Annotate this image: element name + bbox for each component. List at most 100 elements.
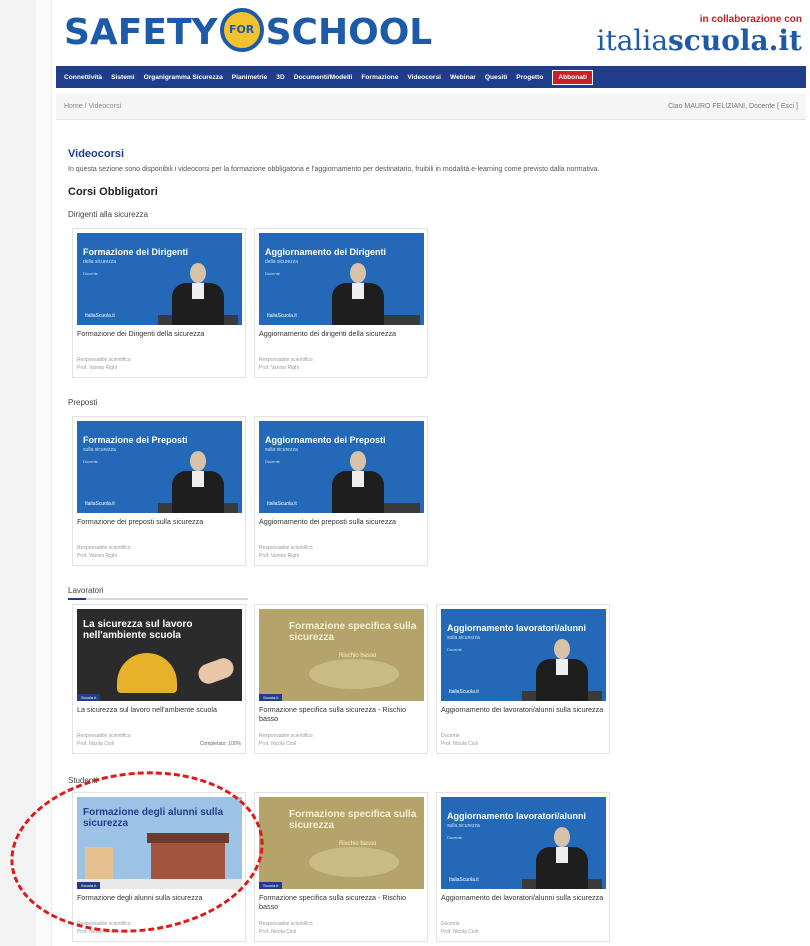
course-meta-author: Prof. Nicola Cioli bbox=[259, 929, 296, 935]
nav-item-formazione[interactable]: Formazione bbox=[361, 74, 398, 81]
course-title[interactable]: Aggiornamento dei preposti sulla sicurez… bbox=[259, 517, 425, 526]
thumb-tag: Scuola.it bbox=[77, 694, 101, 701]
nav-item-organigramma[interactable]: Organigramma Sicurezza bbox=[144, 74, 223, 81]
main-nav: Connettività Sistemi Organigramma Sicure… bbox=[56, 66, 806, 88]
course-title[interactable]: La sicurezza sul lavoro nell'ambiente sc… bbox=[77, 705, 243, 714]
presenter-image bbox=[532, 827, 592, 889]
house-image bbox=[85, 847, 113, 879]
course-meta-role: Responsabile scientifico bbox=[259, 545, 313, 551]
group-label-preposti: Preposti bbox=[68, 398, 98, 407]
course-thumbnail[interactable]: Aggiornamento lavoratori/alunni sulla si… bbox=[441, 609, 606, 701]
user-greeting[interactable]: Ciao MAURO FELIZIANI, Docente [ Esci ] bbox=[668, 103, 798, 110]
course-thumbnail[interactable]: Formazione dei Preposti sulla sicurezza … bbox=[77, 421, 242, 513]
course-meta-author: Prof. Nicola Cioli bbox=[77, 929, 114, 935]
course-card[interactable]: Formazione dei Preposti sulla sicurezza … bbox=[72, 416, 246, 566]
course-meta-role: Responsabile scientifico bbox=[259, 357, 313, 363]
page-description: In questa sezione sono disponibili i vid… bbox=[68, 166, 600, 173]
course-card[interactable]: Formazione degli alunni sulla sicurezza … bbox=[72, 792, 246, 942]
group-underline bbox=[68, 598, 248, 600]
presenter-image bbox=[168, 263, 228, 325]
nav-item-planimetrie[interactable]: Planimetrie bbox=[232, 74, 268, 81]
nav-item-webinar[interactable]: Webinar bbox=[450, 74, 476, 81]
thumb-brand: ItaliaScuola.it bbox=[85, 501, 115, 507]
presenter-image bbox=[168, 451, 228, 513]
course-meta-role: Responsabile scientifico bbox=[259, 921, 313, 927]
thumb-title: Formazione specifica sulla sicurezza bbox=[289, 809, 417, 831]
thumb-title: Formazione dei Dirigenti bbox=[83, 247, 189, 257]
course-meta-role: Docente bbox=[441, 733, 460, 739]
course-thumbnail[interactable]: Formazione specifica sulla sicurezza Ris… bbox=[259, 797, 424, 889]
course-thumbnail[interactable]: La sicurezza sul lavoro nell'ambiente sc… bbox=[77, 609, 242, 701]
course-card[interactable]: Aggiornamento lavoratori/alunni sulla si… bbox=[436, 604, 610, 754]
page-title: Videocorsi bbox=[68, 148, 125, 160]
thumb-subtitle: della sicurezza bbox=[265, 259, 299, 265]
course-thumbnail[interactable]: Aggiornamento dei Dirigenti della sicure… bbox=[259, 233, 424, 325]
thumb-subtitle: sulla sicurezza bbox=[83, 447, 116, 453]
course-card[interactable]: La sicurezza sul lavoro nell'ambiente sc… bbox=[72, 604, 246, 754]
course-card[interactable]: Aggiornamento lavoratori/alunni sulla si… bbox=[436, 792, 610, 942]
course-title[interactable]: Formazione degli alunni sulla sicurezza bbox=[77, 893, 243, 902]
course-title[interactable]: Aggiornamento dei dirigenti della sicure… bbox=[259, 329, 425, 338]
thumb-caption: Docente bbox=[265, 271, 280, 276]
breadcrumb-bar: Home / Videocorsi Ciao MAURO FELIZIANI, … bbox=[56, 94, 806, 120]
section-heading: Corsi Obbligatori bbox=[68, 186, 158, 198]
course-meta-author: Prof. Vanino Righi bbox=[77, 365, 117, 371]
thumb-brand: ItaliaScuola.it bbox=[85, 313, 115, 319]
thumb-subtitle: sulla sicurezza bbox=[447, 635, 480, 641]
thumb-tag: Scuola.it bbox=[259, 882, 283, 889]
helmet-image bbox=[117, 653, 177, 693]
ground-image bbox=[77, 879, 242, 889]
presenter-image bbox=[532, 639, 592, 701]
course-thumbnail[interactable]: Aggiornamento lavoratori/alunni sulla si… bbox=[441, 797, 606, 889]
school-building-image bbox=[147, 833, 229, 879]
logo-text-right: SCHOOL bbox=[265, 12, 433, 53]
breadcrumb[interactable]: Home / Videocorsi bbox=[64, 103, 121, 110]
course-meta-author: Prof. Vanino Righi bbox=[77, 553, 117, 559]
nav-item-documenti[interactable]: Documenti/Modelli bbox=[294, 74, 353, 81]
course-card[interactable]: Formazione specifica sulla sicurezza Ris… bbox=[254, 792, 428, 942]
thumb-title: Aggiornamento dei Dirigenti bbox=[265, 247, 387, 257]
site-logo[interactable]: SAFETY FOR SCHOOL bbox=[64, 8, 433, 56]
nav-item-sistemi[interactable]: Sistemi bbox=[111, 74, 134, 81]
thumb-subtitle: sulla sicurezza bbox=[265, 447, 298, 453]
group-label-studenti: Studenti bbox=[68, 776, 98, 785]
thumb-caption: Docente bbox=[447, 835, 462, 840]
nav-item-3d[interactable]: 3D bbox=[276, 74, 284, 81]
course-title[interactable]: Aggiornamento dei lavoratori/alunni sull… bbox=[441, 705, 607, 714]
course-progress: Completato: 100% bbox=[199, 741, 241, 747]
course-card[interactable]: Aggiornamento dei Preposti sulla sicurez… bbox=[254, 416, 428, 566]
nav-item-progetto[interactable]: Progetto bbox=[516, 74, 543, 81]
thumb-caption: Rischio basso bbox=[339, 841, 377, 847]
nav-item-quesiti[interactable]: Quesiti bbox=[485, 74, 507, 81]
course-meta-role: Docente bbox=[441, 921, 460, 927]
nav-item-connettivita[interactable]: Connettività bbox=[64, 74, 102, 81]
nav-item-abbonati[interactable]: Abbonati bbox=[552, 69, 593, 85]
logo-badge: FOR bbox=[228, 23, 255, 36]
presenter-image bbox=[328, 451, 388, 513]
course-title[interactable]: Formazione specifica sulla sicurezza - R… bbox=[259, 893, 425, 911]
nav-item-videocorsi[interactable]: Videocorsi bbox=[407, 74, 441, 81]
gutter-edge bbox=[36, 0, 52, 946]
course-title[interactable]: Aggiornamento dei lavoratori/alunni sull… bbox=[441, 893, 607, 902]
course-card[interactable]: Formazione specifica sulla sicurezza Ris… bbox=[254, 604, 428, 754]
thumb-brand: ItaliaScuola.it bbox=[449, 877, 479, 883]
course-title[interactable]: Formazione specifica sulla sicurezza - R… bbox=[259, 705, 425, 723]
course-title[interactable]: Formazione dei Dirigenti della sicurezza bbox=[77, 329, 243, 338]
course-title[interactable]: Formazione dei preposti sulla sicurezza bbox=[77, 517, 243, 526]
partner-logo[interactable]: italiascuola.it bbox=[597, 24, 802, 57]
course-card[interactable]: Aggiornamento dei Dirigenti della sicure… bbox=[254, 228, 428, 378]
thumb-title: Formazione specifica sulla sicurezza bbox=[289, 621, 417, 643]
course-thumbnail[interactable]: Formazione specifica sulla sicurezza Ris… bbox=[259, 609, 424, 701]
course-thumbnail[interactable]: Formazione dei Dirigenti della sicurezza… bbox=[77, 233, 242, 325]
gloves-image bbox=[309, 847, 399, 877]
thumb-title: Formazione degli alunni sulla sicurezza bbox=[83, 807, 224, 829]
hand-image bbox=[195, 655, 237, 687]
course-meta-author: Prof. Nicola Cioli bbox=[441, 929, 478, 935]
thumb-tag: Scuola.it bbox=[77, 882, 101, 889]
course-thumbnail[interactable]: Formazione degli alunni sulla sicurezza … bbox=[77, 797, 242, 889]
course-thumbnail[interactable]: Aggiornamento dei Preposti sulla sicurez… bbox=[259, 421, 424, 513]
thumb-title: Aggiornamento lavoratori/alunni bbox=[447, 811, 587, 821]
course-meta-author: Prof. Vanino Righi bbox=[259, 553, 299, 559]
partner-logo-bold: scuola.it bbox=[668, 24, 802, 57]
course-card[interactable]: Formazione dei Dirigenti della sicurezza… bbox=[72, 228, 246, 378]
